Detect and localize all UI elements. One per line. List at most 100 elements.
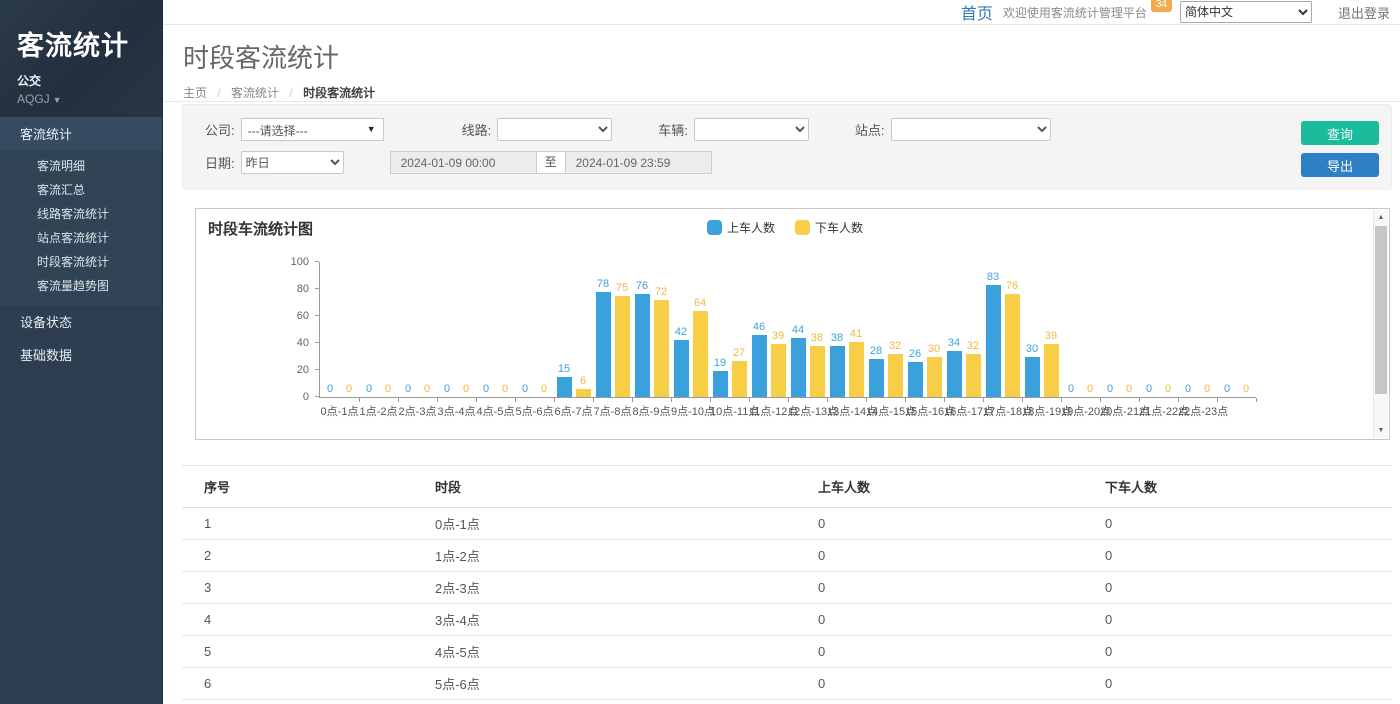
vehicle-select[interactable]	[694, 118, 809, 141]
y-tick-label: 60	[297, 310, 309, 322]
breadcrumb-parent[interactable]: 客流统计	[231, 86, 279, 100]
bars: 4639	[749, 262, 788, 397]
sidebar-nav: 客流统计客流明细客流汇总线路客流统计站点客流统计时段客流统计客流量趋势图设备状态…	[0, 117, 162, 372]
table-cell: 6	[182, 668, 435, 700]
org-code-label: AQGJ	[17, 92, 50, 106]
x-tick-label: 17点-18点	[983, 403, 1022, 419]
bar-boarding: 46	[752, 335, 767, 397]
table-header-row: 序号时段上车人数下车人数	[182, 466, 1392, 508]
x-tick-label: 13点-14点	[827, 403, 866, 419]
bars: 3432	[944, 262, 983, 397]
notification-badge[interactable]: 34	[1151, 0, 1172, 12]
bar-alighting: 39	[771, 344, 786, 397]
station-select[interactable]	[891, 118, 1051, 141]
bar-value-label: 0	[1068, 383, 1074, 395]
bar-group: 0023点-24点	[1217, 262, 1256, 397]
sidebar-subitem[interactable]: 客流量趋势图	[0, 274, 162, 298]
x-tick-label: 0点-1点	[320, 403, 359, 419]
bars: 2630	[905, 262, 944, 397]
table-row: 43点-4点00	[182, 604, 1392, 636]
sidebar: 客流统计 公交 AQGJ▼ 客流统计客流明细客流汇总线路客流统计站点客流统计时段…	[0, 0, 163, 704]
x-tick-label: 12点-13点	[788, 403, 827, 419]
bars: 00	[359, 262, 398, 397]
x-tick-label: 14点-15点	[866, 403, 905, 419]
company-select-value: ---请选择---	[248, 124, 308, 138]
table-cell: 0点-1点	[435, 508, 818, 540]
table-cell: 3点-4点	[435, 604, 818, 636]
bar-value-label: 78	[597, 278, 609, 290]
table-cell: 4点-5点	[435, 636, 818, 668]
legend-item-alighting[interactable]: 下车人数	[795, 219, 863, 236]
legend-swatch-yellow	[795, 220, 810, 235]
company-select[interactable]: ---请选择--- ▼	[241, 118, 384, 141]
filter-row-2: 日期: 昨日 2024-01-09 00:00 至 2024-01-09 23:…	[205, 151, 712, 174]
export-button[interactable]: 导出	[1301, 153, 1379, 177]
vehicle-label: 车辆:	[658, 120, 688, 139]
bar-value-label: 0	[1185, 383, 1191, 395]
bar-value-label: 0	[522, 383, 528, 395]
table-cell: 0	[1105, 508, 1392, 540]
sidebar-subitem[interactable]: 站点客流统计	[0, 226, 162, 250]
language-select[interactable]: 简体中文	[1180, 1, 1312, 23]
date-preset-select[interactable]: 昨日	[241, 151, 344, 174]
home-link[interactable]: 首页	[961, 0, 993, 24]
scrollbar-thumb[interactable]	[1375, 226, 1387, 394]
table-cell: 0	[1105, 668, 1392, 700]
sidebar-subitem[interactable]: 客流汇总	[0, 178, 162, 202]
chart-scrollbar[interactable]: ▲ ▼	[1373, 210, 1388, 438]
bar-value-label: 15	[558, 363, 570, 375]
bar-value-label: 0	[327, 383, 333, 395]
page-title: 时段客流统计	[183, 38, 1400, 75]
sidebar-subitem[interactable]: 时段客流统计	[0, 250, 162, 274]
bar-value-label: 0	[405, 383, 411, 395]
sidebar-item[interactable]: 设备状态	[0, 306, 162, 339]
date-from-input[interactable]: 2024-01-09 00:00	[390, 151, 537, 174]
chart-panel: 时段车流统计图 上车人数 下车人数 020406080100 000点-1点00…	[195, 208, 1390, 440]
bars: 4438	[788, 262, 827, 397]
legend-label: 下车人数	[815, 219, 863, 236]
org-switcher[interactable]: AQGJ▼	[17, 92, 162, 106]
scroll-up-icon[interactable]: ▲	[1374, 210, 1388, 225]
bar-value-label: 0	[1146, 383, 1152, 395]
main-area: 首页 欢迎使用客流统计管理平台 34 简体中文 退出登录 时段客流统计 主页 /…	[163, 0, 1400, 704]
app-logo-area: 客流统计 公交 AQGJ▼	[0, 0, 162, 117]
sidebar-subitem[interactable]: 线路客流统计	[0, 202, 162, 226]
y-tick-label: 20	[297, 364, 309, 376]
y-tick-label: 40	[297, 337, 309, 349]
bar-group: 384113点-14点	[827, 262, 866, 397]
bars: 00	[320, 262, 359, 397]
bar-alighting: 30	[927, 357, 942, 398]
bars: 2832	[866, 262, 905, 397]
scroll-down-icon[interactable]: ▼	[1374, 423, 1388, 438]
chart-plot: 000点-1点001点-2点002点-3点003点-4点004点-5点005点-…	[319, 262, 1256, 398]
line-select[interactable]	[497, 118, 612, 141]
chart-legend: 上车人数 下车人数	[196, 219, 1374, 236]
bar-group: 78757点-8点	[593, 262, 632, 397]
x-tick-label: 20点-21点	[1100, 403, 1139, 419]
date-to-input[interactable]: 2024-01-09 23:59	[565, 151, 712, 174]
bar-value-label: 38	[831, 332, 843, 344]
breadcrumb-current: 时段客流统计	[303, 86, 375, 100]
table-header-cell: 序号	[182, 466, 435, 508]
table-cell: 0	[818, 636, 1105, 668]
org-name: 公交	[17, 72, 162, 89]
query-button[interactable]: 查询	[1301, 121, 1379, 145]
bar-group: 004点-5点	[476, 262, 515, 397]
bar-value-label: 42	[675, 326, 687, 338]
date-label: 日期:	[205, 153, 235, 172]
sidebar-item[interactable]: 客流统计	[0, 117, 162, 150]
bar-value-label: 0	[1224, 383, 1230, 395]
logout-link[interactable]: 退出登录	[1326, 3, 1390, 22]
table-cell: 0	[1105, 540, 1392, 572]
bar-group: 837617点-18点	[983, 262, 1022, 397]
sidebar-item[interactable]: 基础数据	[0, 339, 162, 372]
bar-boarding: 34	[947, 351, 962, 397]
breadcrumb-home[interactable]: 主页	[183, 86, 207, 100]
table-cell: 3	[182, 572, 435, 604]
sidebar-subitem[interactable]: 客流明细	[0, 154, 162, 178]
legend-item-boarding[interactable]: 上车人数	[707, 219, 775, 236]
bar-group: 0021点-22点	[1139, 262, 1178, 397]
breadcrumb-separator: /	[289, 86, 292, 100]
bar-boarding: 76	[635, 294, 650, 397]
table-row: 32点-3点00	[182, 572, 1392, 604]
